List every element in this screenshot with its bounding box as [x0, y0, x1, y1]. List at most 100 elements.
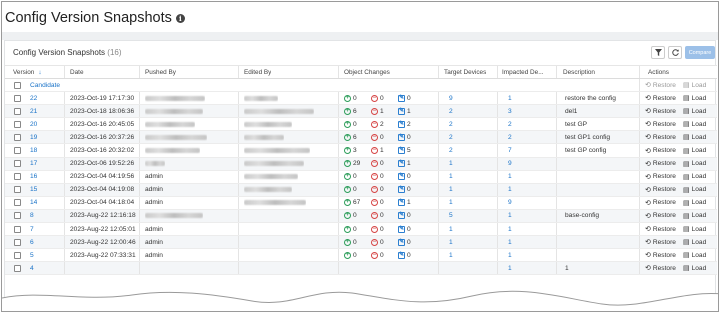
table-row[interactable]: 21 2023-Oct-18 18:06:36 +6−1 ✎ 1 2 3 del1 ⟲ Resto… [5, 105, 717, 119]
version-link[interactable]: 20 [30, 118, 37, 130]
table-row[interactable]: 5 2023-Aug-22 07:33:31 admin +0−0 ✎ 0 1 1 ⟲ Resto… [5, 249, 717, 263]
impacted-devices-link[interactable]: 1 [508, 184, 512, 196]
row-select-checkbox[interactable] [14, 105, 21, 117]
row-select-checkbox[interactable] [14, 144, 21, 156]
impacted-devices-link[interactable]: 1 [508, 171, 512, 183]
version-link[interactable]: 8 [30, 210, 34, 222]
modified-count[interactable]: ✎ 0 [398, 94, 425, 102]
added-count[interactable]: +6 [344, 133, 371, 141]
scroll-left-icon[interactable]: ◂ [621, 303, 624, 310]
load-button[interactable]: ▤ Load [683, 251, 706, 260]
load-button[interactable]: ▤ Load [683, 173, 706, 181]
added-count[interactable]: +0 [344, 120, 371, 128]
table-row[interactable]: 14 2023-Oct-04 04:18:04 admin +67−0 ✎ 1 1 9 ⟲ Res… [5, 196, 717, 210]
info-icon[interactable]: i [175, 13, 185, 23]
modified-count[interactable]: ✎ 2 [398, 120, 425, 128]
target-devices-link[interactable]: 1 [449, 158, 453, 170]
added-count[interactable]: +0 [344, 225, 371, 233]
load-button[interactable]: ▤ Load [683, 238, 706, 247]
added-count[interactable]: +3 [344, 147, 371, 155]
load-button[interactable]: ▤ Load [683, 160, 706, 168]
table-row[interactable]: 7 2023-Aug-22 12:05:01 admin +0−0 ✎ 0 1 1 ⟲ Resto… [5, 223, 717, 237]
row-select-checkbox[interactable] [14, 197, 21, 209]
restore-button[interactable]: ⟲ Restore [645, 133, 676, 142]
target-devices-link[interactable]: 2 [449, 131, 453, 143]
table-row[interactable]: 15 2023-Oct-04 04:19:08 admin +0−0 ✎ 0 1 1 ⟲ Rest… [5, 183, 717, 197]
added-count[interactable]: +0 [344, 186, 371, 194]
table-row[interactable]: 4 1 1 ⟲ Restore ▤ Load [5, 262, 717, 276]
version-link[interactable]: 4 [30, 262, 34, 274]
scroll-right-icon[interactable]: ▸ [631, 303, 634, 310]
row-select-checkbox[interactable] [14, 262, 21, 274]
version-link[interactable]: 18 [30, 144, 37, 156]
impacted-devices-link[interactable]: 3 [508, 105, 512, 117]
deleted-count[interactable]: −0 [371, 94, 398, 102]
table-row[interactable]: 22 2023-Oct-19 17:17:30 +0−0 ✎ 0 9 1 restore th… [5, 92, 717, 106]
impacted-devices-link[interactable]: 1 [508, 262, 512, 274]
table-row[interactable]: 18 2023-Oct-16 20:32:02 +3−1 ✎ 5 2 7 test GP co… [5, 144, 717, 158]
load-button[interactable]: ▤ Load [683, 81, 706, 90]
version-link[interactable]: 16 [30, 171, 37, 183]
restore-button[interactable]: ⟲ Restore [645, 81, 676, 90]
candidate-link[interactable]: Candidate [30, 79, 60, 91]
deleted-count[interactable]: −0 [371, 160, 398, 168]
impacted-devices-link[interactable]: 1 [508, 236, 512, 248]
version-link[interactable]: 14 [30, 197, 37, 209]
restore-button[interactable]: ⟲ Restore [645, 199, 676, 207]
row-select-checkbox[interactable] [14, 92, 21, 104]
modified-count[interactable]: ✎ 1 [398, 107, 425, 115]
version-link[interactable]: 15 [30, 184, 37, 196]
restore-button[interactable]: ⟲ Restore [645, 173, 676, 181]
column-header-pushed-by[interactable]: Pushed By [145, 66, 176, 78]
deleted-count[interactable]: −1 [371, 107, 398, 115]
load-button[interactable]: ▤ Load [683, 107, 706, 116]
target-devices-link[interactable]: 1 [449, 197, 453, 209]
load-button[interactable]: ▤ Load [683, 225, 706, 234]
target-devices-link[interactable]: 9 [449, 92, 453, 104]
restore-button[interactable]: ⟲ Restore [645, 160, 676, 168]
restore-button[interactable]: ⟲ Restore [645, 107, 676, 116]
table-row[interactable]: 16 2023-Oct-04 04:19:56 admin +0−0 ✎ 0 1 1 ⟲ Rest… [5, 170, 717, 184]
table-row[interactable]: 20 2023-Oct-16 20:45:05 +0−2 ✎ 2 2 2 test GP ⟲ Re… [5, 118, 717, 132]
modified-count[interactable]: ✎ 0 [398, 212, 425, 220]
version-link[interactable]: 21 [30, 105, 37, 117]
deleted-count[interactable]: −2 [371, 120, 398, 128]
row-select-checkbox[interactable] [14, 171, 21, 183]
modified-count[interactable]: ✎ 0 [398, 238, 425, 246]
row-select-checkbox[interactable] [14, 236, 21, 248]
version-link[interactable]: 22 [30, 92, 37, 104]
added-count[interactable]: +0 [344, 212, 371, 220]
impacted-devices-link[interactable]: 1 [508, 210, 512, 222]
column-header-object-changes[interactable]: Object Changes [344, 66, 390, 78]
target-devices-link[interactable]: 1 [449, 171, 453, 183]
sort-down-icon[interactable]: ↓ [38, 69, 41, 76]
impacted-devices-link[interactable]: 9 [508, 197, 512, 209]
load-button[interactable]: ▤ Load [683, 147, 706, 155]
modified-count[interactable]: ✎ 0 [398, 133, 425, 141]
compare-button[interactable]: Compare [685, 46, 715, 59]
modified-count[interactable]: ✎ 0 [398, 173, 425, 181]
refresh-button[interactable] [668, 46, 682, 59]
deleted-count[interactable]: −0 [371, 173, 398, 181]
horizontal-scrollbar[interactable]: ◂ ▸ [5, 303, 717, 311]
row-select-checkbox[interactable] [14, 118, 21, 130]
column-header-edited-by[interactable]: Edited By [244, 66, 271, 78]
added-count[interactable]: +6 [344, 107, 371, 115]
column-header-version[interactable]: Version ↓ [13, 66, 42, 78]
row-select-checkbox[interactable] [14, 79, 21, 91]
version-link[interactable]: 5 [30, 249, 34, 261]
impacted-devices-link[interactable]: 7 [508, 144, 512, 156]
column-header-impacted-devices[interactable]: Impacted De... [502, 66, 544, 78]
restore-button[interactable]: ⟲ Restore [645, 264, 676, 273]
restore-button[interactable]: ⟲ Restore [645, 251, 676, 260]
added-count[interactable]: +0 [344, 173, 371, 181]
impacted-devices-link[interactable]: 9 [508, 158, 512, 170]
restore-button[interactable]: ⟲ Restore [645, 212, 676, 220]
added-count[interactable]: +0 [344, 94, 371, 102]
target-devices-link[interactable]: 1 [449, 223, 453, 235]
restore-button[interactable]: ⟲ Restore [645, 94, 676, 103]
table-row[interactable]: 17 2023-Oct-06 19:52:26 +29−0 ✎ 1 1 9 ⟲ Restore ▤… [5, 157, 717, 171]
target-devices-link[interactable]: 2 [449, 144, 453, 156]
deleted-count[interactable]: −1 [371, 147, 398, 155]
deleted-count[interactable]: −0 [371, 251, 398, 259]
